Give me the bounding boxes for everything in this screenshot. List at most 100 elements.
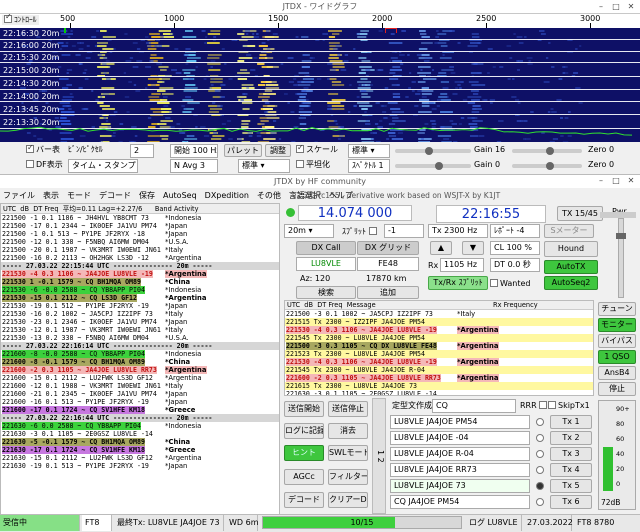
rx-freq-spin[interactable]: 1105 Hz xyxy=(440,258,484,272)
message-row[interactable]: 221500 -1 0.1 1186 ~ JH4HVL YB8CMT 73 *In… xyxy=(1,214,279,222)
message-row[interactable]: 221523 Tx 2300 ~ LU8VLE JA4JOE PM54 xyxy=(285,350,593,358)
message-row[interactable]: 221630 -17 0.1 1724 ~ CQ SV1HFE KM18 *Gre… xyxy=(1,446,279,454)
message-row[interactable]: 221500 -16 0.2 2113 ~ OH2HGK LS3D -12 *Ar… xyxy=(1,254,279,262)
message-row[interactable]: 221530 -12 0.1 1987 ~ VK3MRT IW0EWI JN61… xyxy=(1,326,279,334)
smeter-button[interactable]: Sメーター xyxy=(544,224,594,238)
add-button[interactable]: 追加 xyxy=(357,286,419,299)
message-row[interactable]: 221630 -19 0.1 513 ~ PY1PE JF2RYX -19 *Ja… xyxy=(1,462,279,470)
tx-freq-spin[interactable]: Tx 2300 Hz xyxy=(428,224,488,238)
message-row[interactable]: 221530 -4 0.3 1106 ~ JA4JOE LU8VLE -19 *A… xyxy=(285,358,593,366)
menu-item[interactable]: デコード xyxy=(99,191,131,200)
skiptx1-checkbox[interactable]: SkipTx1 xyxy=(548,400,590,412)
message-row[interactable]: 221530 -15 0.1 2112 ~ CQ LS3D GF12 *Argen… xyxy=(1,294,279,302)
message-row[interactable]: 221530 1 -0.1 1579 ~ CQ BH1MQA OM89 *Chin… xyxy=(1,278,279,286)
menu-item[interactable]: 保存 xyxy=(139,191,155,200)
bypass-button[interactable]: バイパス xyxy=(598,334,636,348)
message-row[interactable]: 221600 -12 0.1 1988 ~ VK3MRT IW0EWI JN61… xyxy=(1,382,279,390)
rx-frequency-pane[interactable]: UTC dB DT Freq Message Rx Frequency 22150… xyxy=(284,300,594,396)
tx-message-input[interactable]: LU8VLE JA4JOE R-04 xyxy=(390,447,530,461)
filter-button[interactable]: フィルター xyxy=(328,469,368,485)
wanted-checkbox[interactable]: Wanted xyxy=(490,278,531,290)
df-checkbox[interactable]: DF表示 xyxy=(26,159,63,171)
close-icon[interactable]: ✕ xyxy=(626,2,636,12)
message-row[interactable]: 221515 Tx 2300 ~ IZ2IPF JA4JOE PM54 xyxy=(285,318,593,326)
cl-spin[interactable]: CL 100 % xyxy=(490,241,540,255)
tx-message-input[interactable]: LU8VLE JA4JOE 73 xyxy=(390,479,530,493)
dx-grid-button[interactable]: DX グリッド xyxy=(357,241,419,255)
decode-button[interactable]: デコード xyxy=(284,492,324,508)
maximize-icon[interactable]: □ xyxy=(611,176,621,186)
message-row[interactable]: 221545 Tx 2300 ~ LU8VLE JA4JOE PM54 xyxy=(285,334,593,342)
std-msg-combo[interactable]: CQ xyxy=(432,399,516,413)
waterfall-display[interactable]: ｺﾝﾄﾛｰﾙ 500 1000 1500 2000 2500 3000 22:16:30 … xyxy=(0,14,640,142)
message-row[interactable]: 221600 -16 0.1 513 ~ PY1PE JF2RYX -19 *Ja… xyxy=(1,398,279,406)
message-row[interactable]: 221530 -13 0.2 338 ~ F5NBQ AI6MW DM04 *U.… xyxy=(1,334,279,342)
message-row[interactable]: 221630 -5 -0.1 1579 ~ CQ BH1MQA OM89 *Chi… xyxy=(1,438,279,446)
down-button[interactable]: ▼ xyxy=(462,241,484,255)
tx-send-button[interactable]: Tx 1 xyxy=(550,415,592,429)
message-row[interactable]: 221630 -6 0.0 2588 ~ CQ YB8APP PI04 *Indo… xyxy=(1,422,279,430)
maximize-icon[interactable]: □ xyxy=(611,2,621,12)
gain1-slider[interactable] xyxy=(395,147,471,155)
tune-button[interactable]: チューン xyxy=(598,302,636,316)
minimize-icon[interactable]: – xyxy=(596,176,606,186)
tx-send-button[interactable]: Tx 4 xyxy=(550,463,592,477)
menu-item[interactable]: 表示 xyxy=(43,191,59,200)
tx-message-input[interactable]: LU8VLE JA4JOE PM54 xyxy=(390,415,530,429)
tx-send-button[interactable]: Tx 6 xyxy=(550,495,592,509)
navg-spinbox[interactable]: N Avg 3 xyxy=(170,159,218,173)
start-spinbox[interactable]: 開始 100 Hz xyxy=(170,144,218,158)
dt-spin[interactable]: DT 0.0 秒 xyxy=(490,258,540,272)
tx-send-button[interactable]: Tx 3 xyxy=(550,447,592,461)
tx-send-button[interactable]: Tx 5 xyxy=(550,479,592,493)
tx-tab-selector[interactable]: 1 2 xyxy=(372,398,386,514)
hound-button[interactable]: Hound xyxy=(544,241,598,257)
split-spin[interactable]: -1 xyxy=(384,224,424,238)
bar-checkbox[interactable]: バー表 xyxy=(26,142,60,156)
message-row[interactable]: 221500 -12 0.1 338 ~ F5NBQ AI6MW DM04 *U.… xyxy=(1,238,279,246)
autoseq-button[interactable]: AutoSeq2 xyxy=(544,276,598,290)
spectrum-combo[interactable]: ｽﾍﾟｸﾄﾙ 1 xyxy=(348,159,390,173)
standard-combo[interactable]: 標準 ▾ xyxy=(348,144,390,158)
hint-button[interactable]: ヒント xyxy=(284,445,324,461)
adjust-button[interactable]: 調整 xyxy=(265,144,291,157)
flatten-checkbox[interactable]: 平坦化 xyxy=(296,159,330,171)
message-row[interactable]: 221500 -3 0.3 1105 ~ CQ DX LU8VLE FE48 *A… xyxy=(285,342,593,350)
tx-message-input[interactable]: CQ JA4JOE PM54 xyxy=(390,495,530,509)
message-row[interactable]: ----- 27.03.22 22:16:14 UTC ------------… xyxy=(1,342,279,350)
tx-radio[interactable] xyxy=(536,482,544,490)
message-row[interactable]: 221600 -8 -0.1 1579 ~ CQ BH1MQA OM89 *Chi… xyxy=(1,358,279,366)
message-row[interactable]: 221530 -19 0.1 512 ~ PY1PE JF2RYX -19 *Ja… xyxy=(1,302,279,310)
tx-radio[interactable] xyxy=(536,434,544,442)
dx-call-button[interactable]: DX Call xyxy=(296,241,356,255)
autotx-button[interactable]: AutoTX xyxy=(544,260,598,274)
clear-dx-button[interactable]: クリアーDX xyxy=(328,492,368,508)
message-row[interactable]: 221500 -1 0.1 513 ~ PY1PE JF2RYX -18 *Jap… xyxy=(1,230,279,238)
menu-item[interactable]: DXpedition xyxy=(205,191,249,200)
band-combo[interactable]: 標準 ▾ xyxy=(238,159,290,173)
message-row[interactable]: 221500 -3 0.1 1002 ~ JA5CPJ IZ2IPF 73 *It… xyxy=(285,310,593,318)
erase-button[interactable]: 消去 xyxy=(328,423,368,439)
message-row[interactable]: 221530 -4 0.3 1106 ~ JA4JOE LU8VLE -19 *A… xyxy=(285,326,593,334)
menu-item[interactable]: その他 xyxy=(257,191,281,200)
tx-radio[interactable] xyxy=(536,450,544,458)
message-row[interactable]: ----- 27.03.22 22:16:44 UTC ------------… xyxy=(1,414,279,422)
rrr-checkbox[interactable]: RRR xyxy=(520,400,549,412)
message-row[interactable]: 221500 -20 0.1 1987 ~ VK3MRT IW0EWI JN61… xyxy=(1,246,279,254)
message-row[interactable]: 221530 -23 0.1 2346 ~ IK0OEF JA1VU PM74 *… xyxy=(1,318,279,326)
tx-radio[interactable] xyxy=(536,418,544,426)
search-button[interactable]: 検索 xyxy=(296,286,356,299)
zero1-slider[interactable] xyxy=(512,147,582,155)
timestamp-combo[interactable]: タイム・スタンプ 左 ▾ xyxy=(68,159,138,173)
menu-item[interactable]: AutoSeq xyxy=(163,191,197,200)
message-row[interactable]: 221530 -6 -0.0 2588 ~ CQ YB8APP PI04 *Ind… xyxy=(1,286,279,294)
message-row[interactable]: 221630 -3 0.1 1105 ~ 2E0GSZ LU8VLE -14 xyxy=(285,390,593,395)
close-icon[interactable]: ✕ xyxy=(626,176,636,186)
swl-mode-button[interactable]: SWLモード xyxy=(328,445,368,461)
stop-button[interactable]: 停止 xyxy=(598,382,636,396)
menu-item[interactable]: モード xyxy=(67,191,91,200)
band-activity-pane[interactable]: UTC dB DT Freq 平均=0.11 Lag=+2.27/6 Band … xyxy=(0,203,280,515)
log-qso-button[interactable]: ログに記録 xyxy=(284,423,324,439)
zero2-slider[interactable] xyxy=(512,162,582,170)
minimize-icon[interactable]: – xyxy=(596,2,606,12)
